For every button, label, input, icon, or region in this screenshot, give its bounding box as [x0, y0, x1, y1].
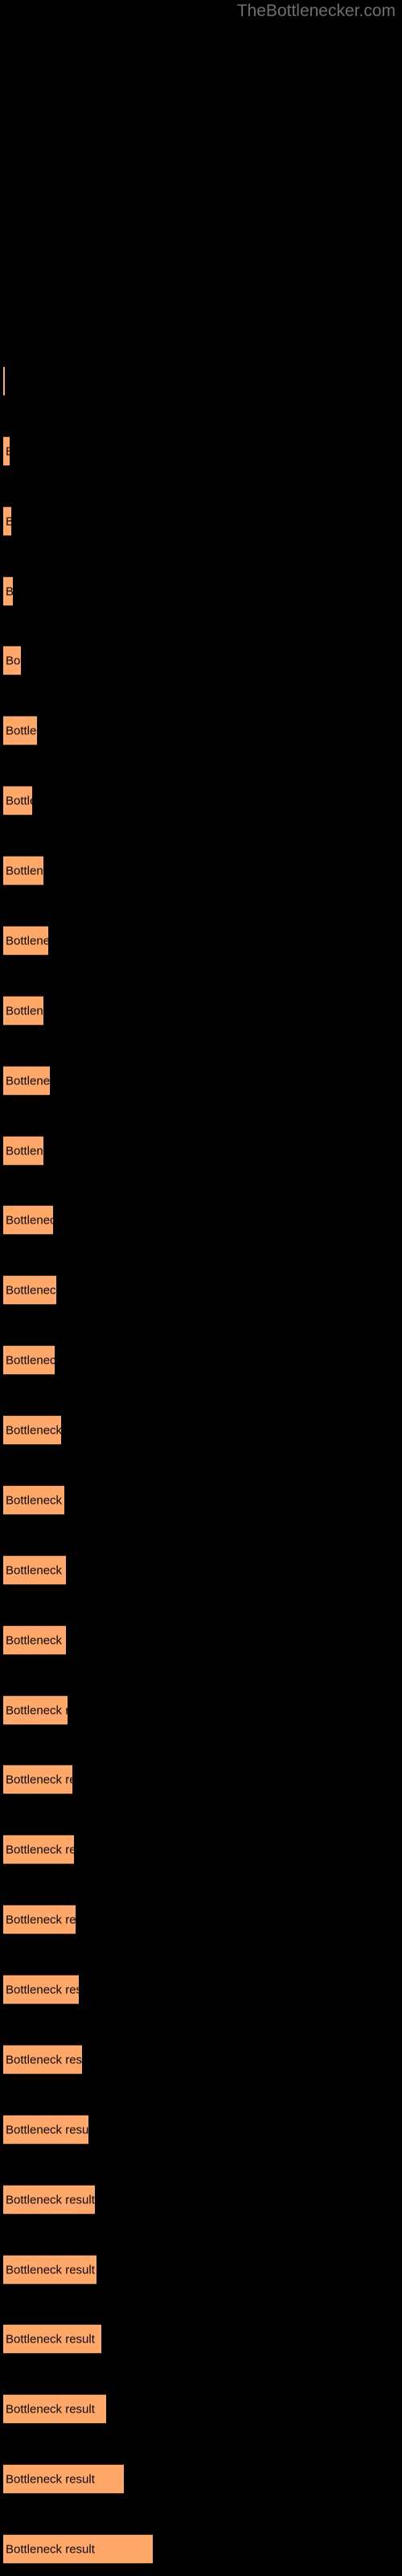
bar-label: Bottleneck result — [6, 724, 37, 737]
bar: Bottleneck result — [3, 1066, 50, 1096]
bar-label: Bottleneck result — [6, 2053, 82, 2066]
bar-row: Bottleneck result — [0, 1694, 402, 1726]
bar-row: Bottleneck result — [0, 1484, 402, 1516]
bar-label: Bottleneck result — [6, 1213, 53, 1227]
bar-row: Bottleneck result — [0, 2183, 402, 2215]
bar-row: Bottleneck result — [0, 365, 402, 397]
bar-row: Bottleneck result — [0, 1344, 402, 1376]
bar: Bottleneck result — [3, 1975, 79, 2004]
bar: Bottleneck result — [3, 716, 37, 745]
bar: Bottleneck result — [3, 2255, 96, 2285]
bar: Bottleneck result — [3, 996, 43, 1026]
bar-label: Bottleneck result — [6, 1283, 56, 1297]
bar: Bottleneck result — [3, 1905, 76, 1934]
bar-label: Bottleneck result — [6, 1773, 72, 1786]
bar-row: Bottleneck result — [0, 1554, 402, 1586]
bar: Bottleneck result — [3, 1765, 72, 1794]
bar: Bottleneck result — [3, 856, 43, 886]
bar-label: Bottleneck result — [6, 794, 32, 807]
bar: Bottleneck result — [3, 2324, 101, 2354]
bar-label: Bottleneck result — [6, 1563, 66, 1577]
bar-row: Bottleneck result — [0, 2533, 402, 2565]
bar-label: Bottleneck result — [6, 1633, 66, 1647]
bar-label: Bottleneck result — [6, 1493, 64, 1507]
bar: Bottleneck result — [3, 506, 11, 536]
bar: Bottleneck result — [3, 1485, 64, 1515]
bar-row: Bottleneck result — [0, 505, 402, 537]
bar-label: Bottleneck result — [6, 2332, 95, 2346]
bar: Bottleneck result — [3, 2464, 124, 2494]
bar-label: Bottleneck result — [6, 2402, 95, 2416]
bar-label: Bottleneck result — [6, 934, 48, 947]
bar: Bottleneck result — [3, 1205, 53, 1235]
bar-label: Bottleneck result — [6, 1843, 74, 1856]
bar-label: Bottleneck result — [6, 2263, 95, 2277]
bar-label: Bottleneck result — [6, 1983, 79, 1996]
bar-row: Bottleneck result — [0, 1973, 402, 2005]
bar-label: Bottleneck result — [6, 515, 11, 527]
bar-label: Bottleneck result — [6, 1074, 50, 1088]
bar-row: Bottleneck result — [0, 2253, 402, 2285]
bar: Bottleneck result — [3, 1136, 43, 1166]
bar-label: Bottleneck result — [6, 1703, 68, 1717]
bar: Bottleneck result — [3, 2534, 153, 2564]
bar: Bottleneck result — [3, 786, 32, 815]
bar-row: Bottleneck result — [0, 1134, 402, 1166]
bar-row: Bottleneck result — [0, 2043, 402, 2075]
bar: Bottleneck result — [3, 2185, 95, 2215]
bar: Bottleneck result — [3, 1835, 74, 1864]
bar-row: Bottleneck result — [0, 1763, 402, 1795]
bar: Bottleneck result — [3, 1415, 61, 1445]
bar-row: Bottleneck result — [0, 2392, 402, 2425]
bar-row: Bottleneck result — [0, 1064, 402, 1096]
bar-row: Bottleneck result — [0, 435, 402, 467]
bar-label: Bottleneck result — [6, 654, 21, 667]
bar-row: Bottleneck result — [0, 644, 402, 676]
bar: Bottleneck result — [3, 436, 10, 466]
bar-label: Bottleneck result — [6, 1353, 55, 1367]
bar-label: Bottleneck result — [6, 1913, 76, 1926]
bar: Bottleneck result — [3, 2115, 88, 2145]
bar-row: Bottleneck result — [0, 2113, 402, 2145]
bar: Bottleneck result — [3, 926, 48, 956]
bar: Bottleneck result — [3, 576, 13, 606]
bar-row: Bottleneck result — [0, 575, 402, 607]
bar-row: Bottleneck result — [0, 994, 402, 1026]
bar-label: Bottleneck result — [6, 585, 13, 597]
bar-label: Bottleneck result — [6, 1004, 43, 1018]
bar-label: Bottleneck result — [6, 445, 10, 457]
bar-row: Bottleneck result — [0, 924, 402, 956]
bar-label: Bottleneck result — [6, 864, 43, 877]
bar-row: Bottleneck result — [0, 714, 402, 746]
bar-row: Bottleneck result — [0, 1274, 402, 1306]
bar: Bottleneck result — [3, 1695, 68, 1725]
bar-row: Bottleneck result — [0, 1833, 402, 1865]
bar: Bottleneck result — [3, 1625, 66, 1655]
bar: Bottleneck result — [3, 1345, 55, 1375]
bar: Bottleneck result — [3, 1555, 66, 1585]
bar-row: Bottleneck result — [0, 1903, 402, 1935]
bar-row: Bottleneck result — [0, 2462, 402, 2495]
bar: Bottleneck result — [3, 2394, 106, 2424]
bar-row: Bottleneck result — [0, 1414, 402, 1446]
bar-label: Bottleneck result — [6, 2123, 88, 2136]
bar-chart-plot: Bottleneck result Bottleneck result Bottle… — [0, 0, 402, 2576]
bar: Bottleneck result — [3, 2045, 82, 2074]
bar-label: Bottleneck result — [6, 1423, 61, 1437]
bar-label: Bottleneck result — [6, 2542, 95, 2556]
bar-row: Bottleneck result — [0, 2322, 402, 2355]
bar-row: Bottleneck result — [0, 1203, 402, 1236]
bar: Bottleneck result — [3, 1275, 56, 1305]
bar-label: Bottleneck result — [6, 2472, 95, 2486]
bar-row: Bottleneck result — [0, 784, 402, 816]
bar-row: Bottleneck result — [0, 1624, 402, 1656]
bar-label: Bottleneck result — [6, 1144, 43, 1158]
bar-label: Bottleneck result — [6, 2193, 95, 2207]
bar: Bottleneck result — [3, 646, 21, 675]
bar: Bottleneck result — [3, 366, 5, 396]
bar-row: Bottleneck result — [0, 854, 402, 886]
